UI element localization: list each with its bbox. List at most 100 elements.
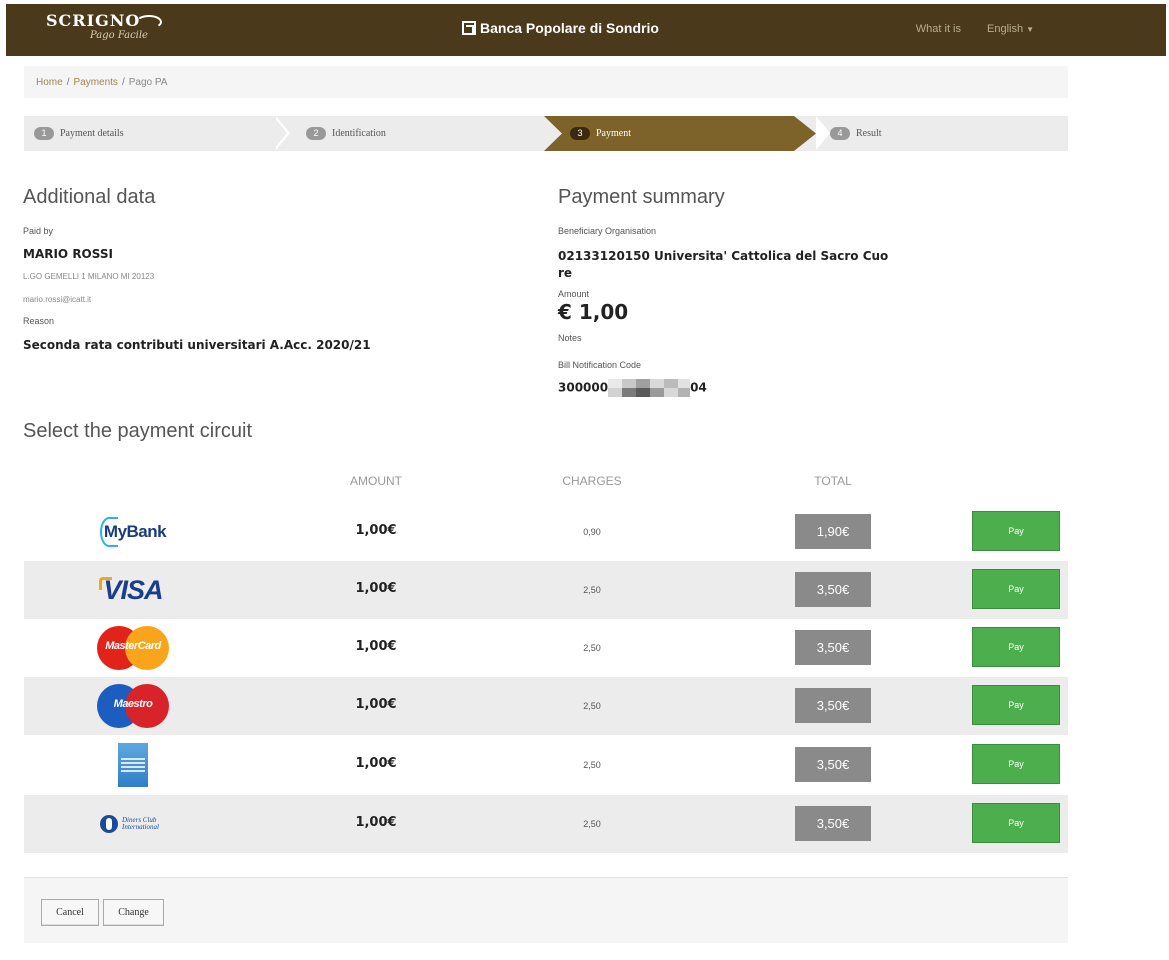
paid-by-label: Paid by [23,226,54,236]
payment-summary-title: Payment summary [558,186,725,208]
breadcrumb-separator: / [66,76,70,88]
breadcrumb-payments[interactable]: Payments [73,77,117,88]
breadcrumb-separator: / [121,76,125,88]
circuit-row-mybank: MyBank 1,00€ 0,90 1,90€ Pay [24,503,1068,561]
row-total: 3,50€ [795,747,871,782]
col-header-total: TOTAL [814,474,852,488]
maestro-logo: Maestro [24,677,242,735]
step-number: 3 [570,127,590,140]
row-amount: 1,00€ [355,756,397,771]
circuit-row-maestro: Maestro 1,00€ 2,50 3,50€ Pay [24,677,1068,735]
select-circuit-title: Select the payment circuit [23,420,252,442]
diners-circle-icon [100,815,118,833]
beneficiary-label: Beneficiary Organisation [558,226,657,236]
caret-down-icon: ▼ [1026,25,1034,34]
payer-email: mario.rossi@icatt.it [23,295,92,304]
amount-label: Amount [558,289,590,299]
pay-button-visa[interactable]: Pay [972,569,1060,609]
payer-address: L.GO GEMELLI 1 MILANO MI 20123 [23,272,155,281]
pay-button-mybank[interactable]: Pay [972,511,1060,551]
logo-swirl-icon [136,14,163,29]
col-header-charges: CHARGES [562,474,622,488]
bank-logo-icon [462,21,476,35]
row-amount: 1,00€ [355,581,397,596]
pay-button-amex[interactable]: Pay [972,744,1060,784]
payer-name: MARIO ROSSI [23,247,113,261]
mybank-logo-text: MyBank [103,522,167,541]
bank-name: Banca Popolare di Sondrio [462,20,659,36]
row-amount: 1,00€ [355,523,397,538]
nav-what-it-is[interactable]: What it is [916,23,961,35]
beneficiary-line-1: 02133120150 Universita' Cattolica del Sa… [558,249,889,263]
step-payment: 3 Payment [570,116,631,151]
notes-label: Notes [558,333,582,343]
row-amount: 1,00€ [355,815,397,830]
mastercard-logo: MasterCard [24,619,242,677]
diners-logo-text: Diners Club International [122,816,159,831]
row-total: 3,50€ [795,806,871,841]
circuit-row-mastercard: MasterCard 1,00€ 2,50 3,50€ Pay [24,619,1068,677]
step-divider [816,116,830,150]
row-charges: 2,50 [583,760,601,770]
amount-value: € 1,00 [558,300,629,324]
circuit-row-diners: Diners Club International 1,00€ 2,50 3,5… [24,795,1068,853]
breadcrumb: Home / Payments / Pago PA [24,66,1068,98]
redacted-pixelation [608,379,691,397]
row-charges: 2,50 [583,819,601,829]
language-dropdown[interactable]: English ▼ [987,23,1034,35]
diners-logo: Diners Club International [24,795,242,853]
row-total: 3,50€ [795,630,871,665]
row-amount: 1,00€ [355,697,397,712]
beneficiary-line-2: re [558,266,573,280]
breadcrumb-home[interactable]: Home [36,77,63,88]
bill-code-prefix: 300000 [558,380,609,395]
logo-subtitle: Pago Facile [90,30,148,41]
amex-card-icon [118,743,148,787]
change-button[interactable]: Change [103,899,164,926]
step-label: Identification [332,128,386,139]
step-payment-details: 1 Payment details [34,116,124,151]
pay-button-diners[interactable]: Pay [972,803,1060,843]
step-identification: 2 Identification [306,116,386,151]
step-number: 2 [306,127,326,140]
row-charges: 0,90 [583,527,601,537]
step-number: 1 [34,127,54,140]
scrigno-logo[interactable]: SCRIGNO Pago Facile [46,11,163,42]
bill-code-suffix: 04 [690,380,707,395]
circuit-row-visa: VISA 1,00€ 2,50 3,50€ Pay [24,561,1068,619]
top-bar: SCRIGNO Pago Facile Banca Popolare di So… [6,4,1166,56]
row-charges: 2,50 [583,643,601,653]
bank-name-text: Banca Popolare di Sondrio [480,20,659,36]
row-total: 3,50€ [795,572,871,607]
amex-logo [24,736,242,794]
breadcrumb-current: Pago PA [128,76,168,88]
visa-logo-text: VISA [99,574,164,605]
top-nav: What it is English ▼ [916,23,1034,35]
bill-code-value: 300000 04 [558,379,707,397]
step-result: 4 Result [830,116,882,151]
visa-logo: VISA [24,561,242,619]
mastercard-logo-text: MasterCard [105,640,161,652]
row-charges: 2,50 [583,701,601,711]
reason-label: Reason [23,316,55,326]
step-divider [273,116,287,150]
row-amount: 1,00€ [355,639,397,654]
mybank-logo: MyBank [24,503,242,561]
row-total: 1,90€ [795,514,871,549]
reason-value: Seconda rata contributi universitari A.A… [23,338,371,352]
step-number: 4 [830,127,850,140]
logo-title: SCRIGNO [46,11,141,30]
pay-button-mastercard[interactable]: Pay [972,627,1060,667]
cancel-button[interactable]: Cancel [41,899,99,926]
step-label: Result [856,128,882,139]
additional-data-title: Additional data [23,186,156,208]
bill-code-label: Bill Notification Code [558,360,642,370]
step-label: Payment [596,128,631,139]
form-actions: Cancel Change [24,877,1068,943]
maestro-logo-text: Maestro [113,698,153,710]
circuit-row-amex: 1,00€ 2,50 3,50€ Pay [24,736,1068,794]
row-charges: 2,50 [583,585,601,595]
pay-button-maestro[interactable]: Pay [972,685,1060,725]
language-label: English [987,23,1024,35]
progress-steps: 1 Payment details 2 Identification 3 Pay… [24,116,1068,151]
